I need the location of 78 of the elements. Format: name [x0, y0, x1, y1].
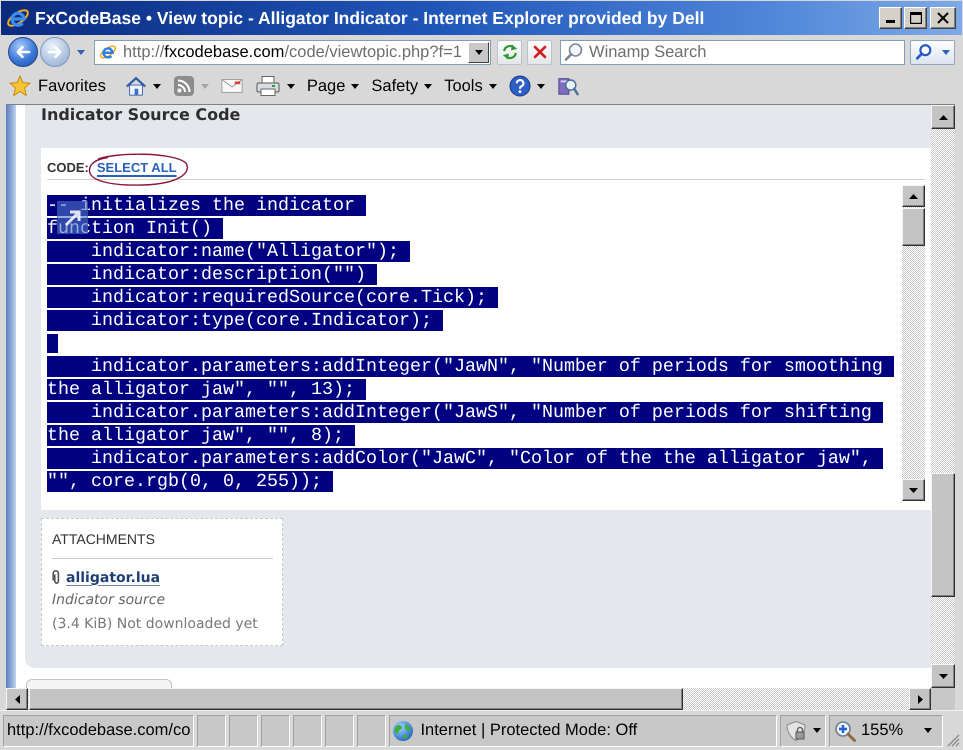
- zoom-in-icon: [834, 720, 856, 742]
- attachment-link[interactable]: alligator.lua: [66, 570, 160, 586]
- close-button[interactable]: [930, 7, 956, 29]
- status-pane: [229, 714, 258, 746]
- select-all-link[interactable]: SELECT ALL: [96, 160, 177, 175]
- maximize-button[interactable]: [904, 7, 927, 29]
- status-pane: [261, 714, 290, 746]
- back-button[interactable]: [8, 37, 38, 67]
- attachments-title: ATTACHMENTS: [52, 530, 156, 548]
- close-icon: [937, 12, 949, 24]
- caret-icon: [942, 50, 950, 54]
- scroll-down-button[interactable]: [902, 479, 925, 501]
- down-triangle-icon: [938, 674, 948, 678]
- search-icon: [915, 43, 933, 61]
- book-magnifier-icon: [556, 75, 579, 97]
- status-pane: [357, 714, 386, 746]
- scroll-up-button[interactable]: [902, 185, 925, 207]
- browser-logo-icon: [6, 6, 30, 30]
- caret-icon: [474, 50, 482, 54]
- globe-icon: [392, 720, 414, 742]
- menu-button[interactable]: Tools: [442, 71, 499, 101]
- status-pane: [197, 714, 226, 746]
- attachment-info: (3.4 KiB) Not downloaded yet: [52, 615, 259, 634]
- scroll-right-button[interactable]: [909, 688, 931, 710]
- minimize-button[interactable]: [879, 7, 902, 29]
- scroll-down-button[interactable]: [931, 664, 955, 688]
- attachment-comment: Indicator source: [52, 591, 166, 610]
- caret-icon: [813, 728, 821, 733]
- code-scrollbar[interactable]: [902, 185, 925, 501]
- stop-icon: [530, 43, 548, 61]
- section-heading: Indicator Source Code: [41, 105, 242, 124]
- address-field[interactable]: http://fxcodebase.com/code/viewtopic.php?f=1: [94, 40, 491, 64]
- zone-text: Internet | Protected Mode: Off: [420, 721, 638, 740]
- security-button[interactable]: [780, 714, 826, 746]
- favorites-button[interactable]: Favorites: [7, 71, 108, 101]
- code-label: CODE:: [47, 160, 89, 175]
- up-triangle-icon: [909, 194, 918, 198]
- up-triangle-icon: [938, 114, 948, 120]
- caret-icon: [924, 728, 932, 733]
- feeds-icon: [172, 75, 195, 97]
- right-triangle-icon: [918, 694, 922, 704]
- horizontal-scrollbar[interactable]: [6, 688, 931, 710]
- down-triangle-icon: [909, 488, 918, 492]
- menu-button[interactable]: Page: [304, 71, 362, 101]
- search-button[interactable]: [910, 40, 955, 64]
- left-arrow-icon: [15, 44, 31, 60]
- right-arrow-icon: [47, 44, 63, 60]
- paperclip-icon: [52, 570, 60, 585]
- status-url: http://fxcodebase.com/co: [3, 714, 194, 746]
- scrollbar-thumb[interactable]: [902, 208, 925, 246]
- shield-lock-icon: [785, 720, 807, 742]
- help-icon: [508, 75, 531, 97]
- caret-icon: [77, 50, 85, 54]
- minimize-icon: [886, 20, 895, 23]
- printer-icon: [254, 75, 281, 97]
- menu-button[interactable]: Safety: [369, 71, 434, 101]
- resize-grip-icon: [946, 733, 960, 747]
- search-icon: [564, 42, 584, 62]
- zoom-button[interactable]: 155%: [829, 714, 943, 746]
- scrollbar-thumb[interactable]: [29, 688, 683, 710]
- star-icon: [9, 75, 31, 97]
- scrollbar-corner: [931, 688, 955, 710]
- scroll-left-button[interactable]: [6, 688, 28, 710]
- left-triangle-icon: [14, 694, 20, 704]
- refresh-icon: [500, 43, 518, 61]
- status-pane: [293, 714, 322, 746]
- home-icon: [124, 75, 147, 97]
- stop-button[interactable]: [527, 40, 552, 64]
- scrollbar-thumb[interactable]: [931, 473, 955, 597]
- refresh-button[interactable]: [497, 40, 522, 64]
- page-scrollbar[interactable]: [931, 105, 955, 688]
- status-pane: [325, 714, 354, 746]
- window-title: FxCodeBase • View topic - Alligator Indicator - Internet Explorer provided by Dell: [35, 8, 704, 28]
- search-field[interactable]: Winamp Search: [560, 40, 905, 64]
- maximize-icon: [910, 12, 922, 24]
- address-dropdown-button[interactable]: [468, 42, 489, 62]
- scroll-up-button[interactable]: [931, 105, 955, 129]
- page-logo-icon: [99, 43, 117, 61]
